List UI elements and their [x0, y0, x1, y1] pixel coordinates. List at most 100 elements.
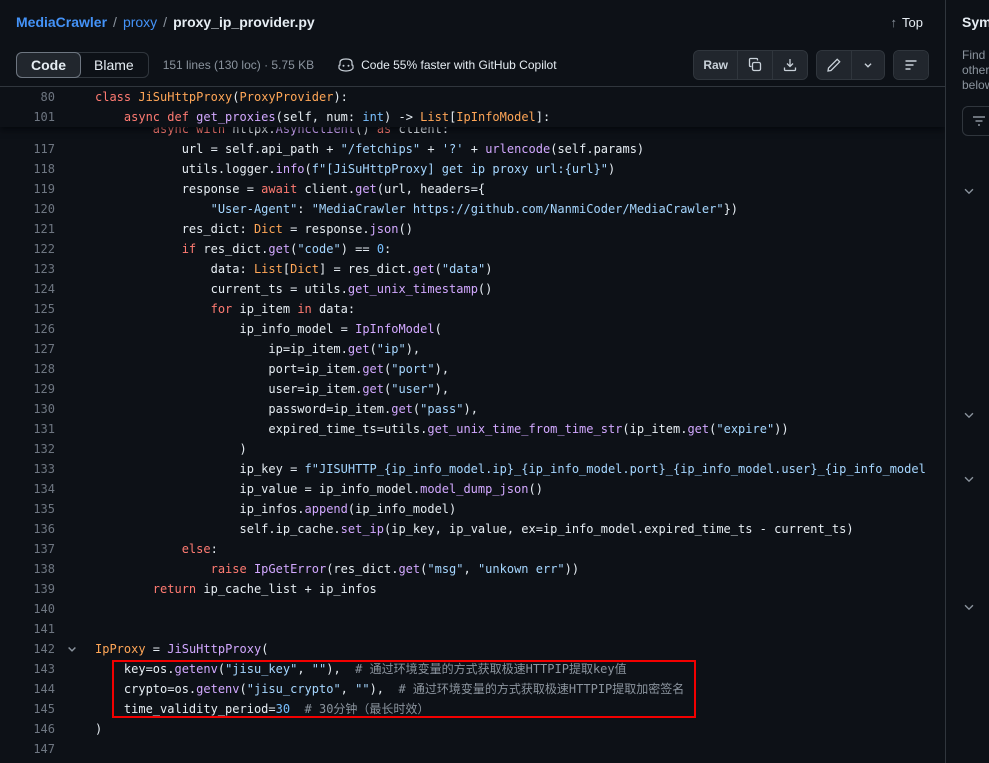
line-number[interactable]: 132 — [0, 439, 55, 459]
tab-code[interactable]: Code — [16, 52, 81, 78]
line-number[interactable]: 143 — [0, 659, 55, 679]
line-number[interactable]: 142 — [0, 639, 55, 659]
code-text: IpProxy = JiSuHttpProxy( — [95, 639, 268, 659]
page: MediaCrawler / proxy / proxy_ip_provider… — [0, 0, 989, 763]
gutter-spacer — [55, 359, 95, 379]
gutter-spacer — [55, 459, 95, 479]
code-text: if res_dict.get("code") == 0: — [95, 239, 391, 259]
symbol-group-toggle[interactable] — [961, 184, 977, 200]
file-info: 151 lines (130 loc) · 5.75 KB — [163, 58, 314, 72]
code-line-134: 134 ip_value = ip_info_model.model_dump_… — [0, 479, 945, 499]
code-line-133: 133 ip_key = f"JISUHTTP_{ip_info_model.i… — [0, 459, 945, 479]
code-text: password=ip_item.get("pass"), — [95, 399, 478, 419]
code-line-118: 118 utils.logger.info(f"[JiSuHttpProxy] … — [0, 159, 945, 179]
code-text: ) — [95, 719, 102, 739]
symbols-desc-line: below or in the code. — [962, 78, 989, 93]
line-number[interactable]: 131 — [0, 419, 55, 439]
line-number[interactable]: 145 — [0, 699, 55, 719]
code-text: ) — [95, 439, 247, 459]
collapse-chevron-icon[interactable] — [55, 639, 95, 659]
breadcrumb-dir-link[interactable]: proxy — [123, 14, 157, 30]
code-line-122: 122 if res_dict.get("code") == 0: — [0, 239, 945, 259]
line-number[interactable]: 134 — [0, 479, 55, 499]
gutter-spacer — [55, 419, 95, 439]
code-text: raise IpGetError(res_dict.get("msg", "un… — [95, 559, 579, 579]
edit-dropdown-button[interactable] — [851, 51, 884, 79]
breadcrumb-filename: proxy_ip_provider.py — [173, 14, 315, 30]
code-text: crypto=os.getenv("jisu_crypto", ""), # 通… — [95, 679, 684, 699]
line-number[interactable]: 128 — [0, 359, 55, 379]
gutter-spacer — [55, 519, 95, 539]
back-to-top-button[interactable]: ↑ Top — [885, 14, 929, 31]
line-number[interactable]: 119 — [0, 179, 55, 199]
gutter-spacer — [55, 619, 95, 639]
line-number[interactable]: 126 — [0, 319, 55, 339]
line-number[interactable]: 123 — [0, 259, 55, 279]
line-number[interactable]: 124 — [0, 279, 55, 299]
code-text: ip_infos.append(ip_info_model) — [95, 499, 456, 519]
raw-button[interactable]: Raw — [694, 51, 737, 79]
symbols-panel-toggle-button[interactable] — [894, 51, 928, 79]
tab-blame[interactable]: Blame — [80, 53, 148, 77]
line-number[interactable]: 127 — [0, 339, 55, 359]
gutter-spacer — [55, 439, 95, 459]
gutter-spacer — [55, 279, 95, 299]
up-arrow-icon: ↑ — [891, 15, 898, 30]
symbols-filter-input[interactable] — [962, 106, 989, 136]
gutter-spacer — [55, 499, 95, 519]
line-number[interactable]: 136 — [0, 519, 55, 539]
line-number[interactable]: 133 — [0, 459, 55, 479]
line-number[interactable]: 140 — [0, 599, 55, 619]
code-text: url = self.api_path + "/fetchips" + '?' … — [95, 139, 644, 159]
symbol-group-toggle[interactable] — [961, 472, 977, 488]
line-number[interactable]: 144 — [0, 679, 55, 699]
line-number[interactable]: 122 — [0, 239, 55, 259]
code-text: key=os.getenv("jisu_key", ""), # 通过环境变量的… — [95, 659, 627, 679]
line-number[interactable]: 129 — [0, 379, 55, 399]
copy-icon — [747, 57, 763, 73]
code-text: user=ip_item.get("user"), — [95, 379, 449, 399]
line-number[interactable]: 141 — [0, 619, 55, 639]
gutter-spacer — [55, 599, 95, 619]
code-text: async def get_proxies(self, num: int) ->… — [95, 107, 550, 127]
chevron-down-icon — [962, 184, 976, 198]
code-line-139: 139 return ip_cache_list + ip_infos — [0, 579, 945, 599]
breadcrumb: MediaCrawler / proxy / proxy_ip_provider… — [16, 14, 315, 30]
gutter-spacer — [55, 659, 95, 679]
gutter-spacer — [55, 699, 95, 719]
line-number[interactable]: 101 — [0, 107, 55, 127]
copilot-icon — [338, 57, 354, 73]
line-number[interactable]: 135 — [0, 499, 55, 519]
line-number[interactable]: 146 — [0, 719, 55, 739]
copilot-badge[interactable]: Code 55% faster with GitHub Copilot — [338, 57, 556, 73]
edit-button[interactable] — [817, 51, 851, 79]
filter-icon — [971, 113, 987, 129]
symbol-group-toggle[interactable] — [961, 600, 977, 616]
code-line-137: 137 else: — [0, 539, 945, 559]
line-number[interactable]: 120 — [0, 199, 55, 219]
line-number[interactable]: 118 — [0, 159, 55, 179]
copy-button[interactable] — [737, 51, 772, 79]
breadcrumb-repo-link[interactable]: MediaCrawler — [16, 14, 107, 30]
pencil-icon — [826, 57, 842, 73]
line-number[interactable]: 138 — [0, 559, 55, 579]
gutter-spacer — [55, 107, 95, 127]
line-number[interactable]: 117 — [0, 139, 55, 159]
code-line-124: 124 current_ts = utils.get_unix_timestam… — [0, 279, 945, 299]
line-number[interactable]: 125 — [0, 299, 55, 319]
symbols-panel-title: Symbols — [962, 14, 989, 30]
line-number[interactable]: 139 — [0, 579, 55, 599]
line-number[interactable]: 130 — [0, 399, 55, 419]
line-number[interactable]: 121 — [0, 219, 55, 239]
line-number[interactable] — [0, 127, 55, 139]
breadcrumb-bar: MediaCrawler / proxy / proxy_ip_provider… — [0, 0, 945, 44]
gutter-spacer — [55, 479, 95, 499]
symbol-group-toggle[interactable] — [961, 408, 977, 424]
line-number[interactable]: 147 — [0, 739, 55, 759]
line-number[interactable]: 137 — [0, 539, 55, 559]
code-line-126: 126 ip_info_model = IpInfoModel( — [0, 319, 945, 339]
code-line-116: async with httpx.AsyncClient() as client… — [0, 127, 945, 139]
code-line-141: 141 — [0, 619, 945, 639]
line-number[interactable]: 80 — [0, 87, 55, 107]
download-button[interactable] — [772, 51, 807, 79]
